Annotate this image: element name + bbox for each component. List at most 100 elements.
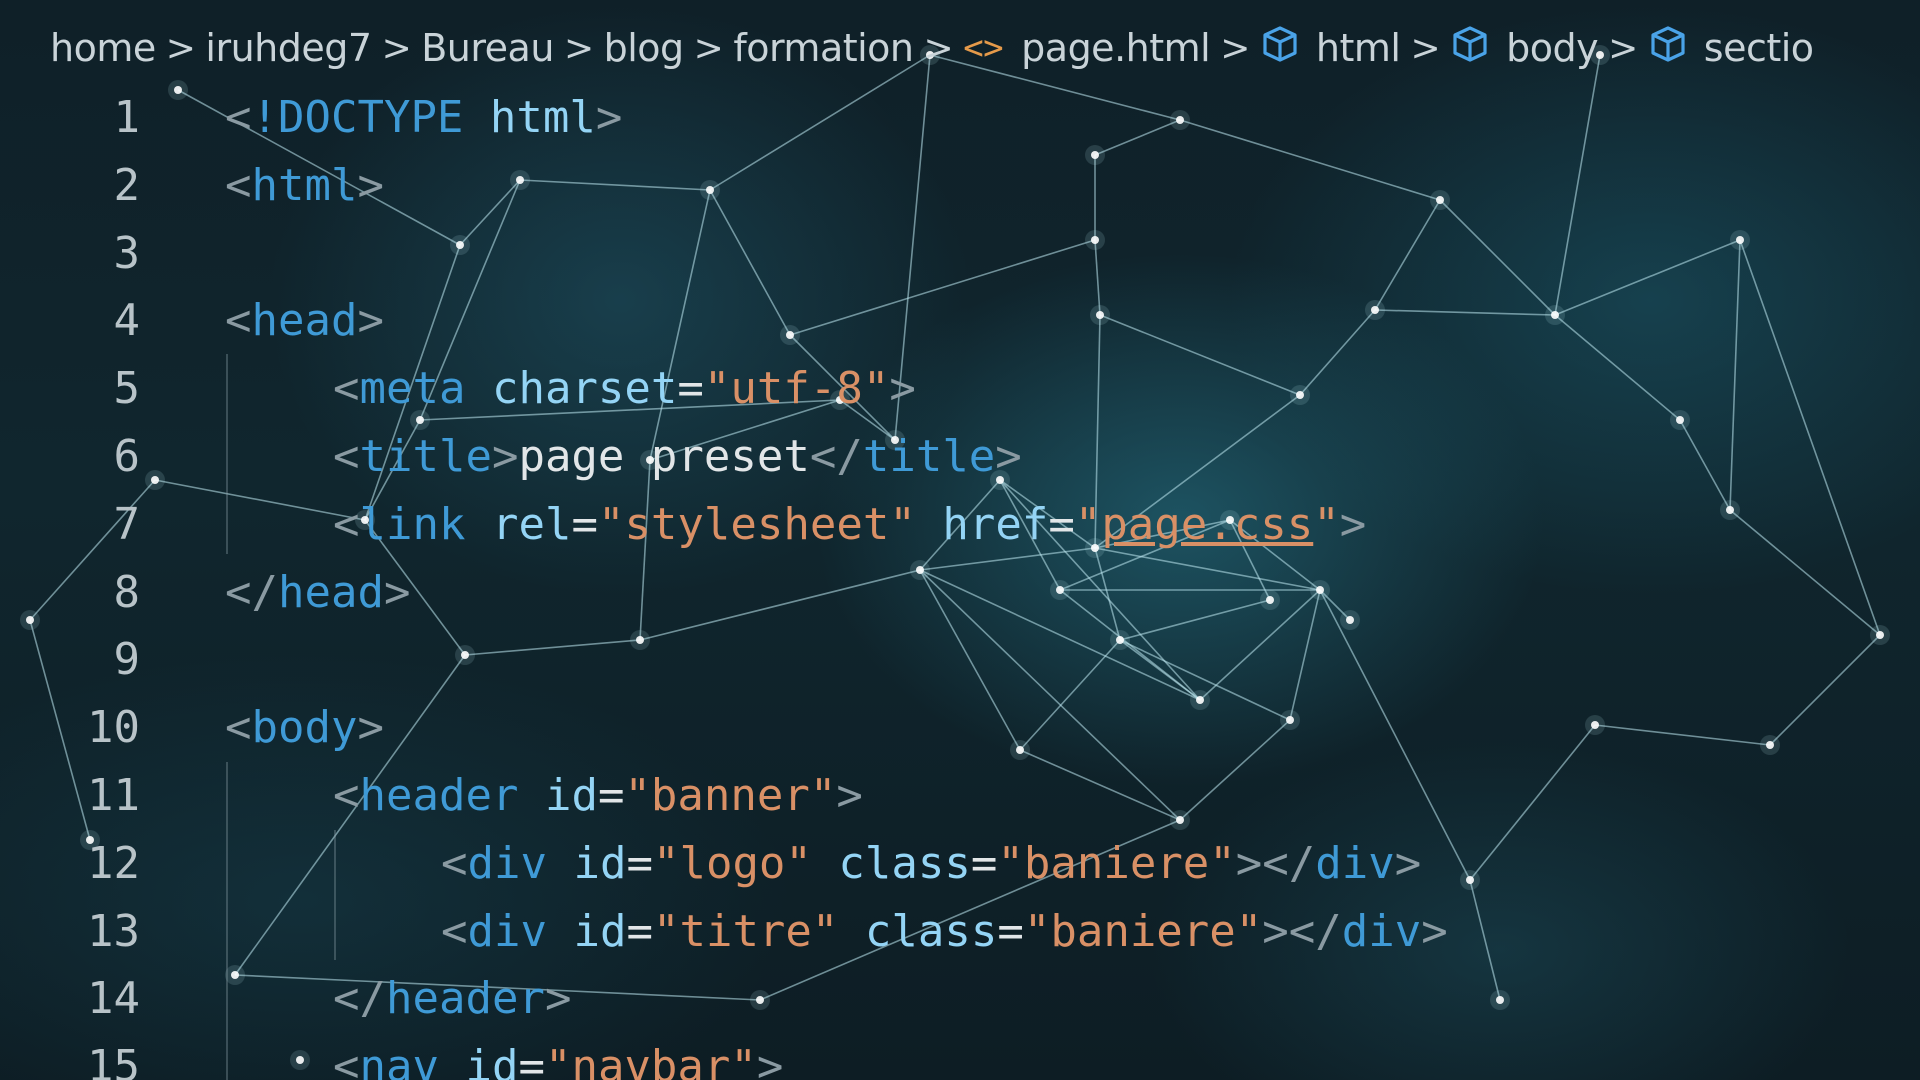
chevron-right-icon: > — [1608, 27, 1638, 69]
token-str: " — [1313, 498, 1340, 550]
token-tag: body — [251, 702, 358, 754]
breadcrumb-label: blog — [603, 26, 685, 70]
token-punct: < — [225, 702, 252, 754]
token-str: " — [1074, 498, 1102, 550]
token-str: "baniere" — [1023, 905, 1263, 957]
line-number: 14 — [87, 973, 140, 1025]
code-line[interactable]: 2 <html> — [0, 152, 1920, 220]
token-str: "navbar" — [544, 1041, 757, 1080]
line-number: 9 — [113, 634, 141, 686]
breadcrumb-item-sectio[interactable]: sectio — [1648, 24, 1814, 73]
token-tag: meta — [359, 363, 466, 415]
breadcrumb-label: iruhdeg7 — [205, 26, 372, 70]
token-punct: > — [357, 702, 384, 754]
token-punct: </ — [809, 430, 863, 482]
breadcrumb-item-page-html[interactable]: <> page.html — [963, 26, 1211, 70]
cube-icon — [1450, 24, 1490, 73]
token-text: page preset — [518, 430, 810, 482]
chevron-right-icon: > — [1410, 27, 1441, 69]
line-number: 2 — [113, 159, 141, 211]
code-line[interactable]: 1 <!DOCTYPE html> — [0, 84, 1920, 152]
breadcrumb: home > iruhdeg7 > Bureau > blog > formation > <> pa… — [50, 18, 1814, 78]
breadcrumb-label: formation — [733, 26, 914, 70]
code-line[interactable]: 6 <title>page preset</title> — [0, 423, 1920, 491]
breadcrumb-item-home[interactable]: home — [50, 26, 156, 70]
token-text: = — [626, 837, 653, 889]
token-punct: ></ — [1235, 837, 1316, 889]
code-line[interactable]: 9 — [0, 626, 1920, 694]
code-line[interactable]: 11 <header id="banner"> — [0, 762, 1920, 830]
breadcrumb-item-formation[interactable]: formation — [733, 26, 914, 70]
token-str: "stylesheet" — [597, 498, 916, 550]
code-line[interactable]: 8 </head> — [0, 559, 1920, 627]
token-punct: > — [1421, 905, 1448, 957]
code-content: <header id="banner"> — [333, 762, 863, 830]
token-punct: </ — [225, 566, 278, 618]
token-punct: < — [333, 498, 360, 550]
cube-icon — [1260, 24, 1300, 73]
token-punct: < — [225, 295, 252, 347]
token-text: = — [597, 769, 625, 821]
breadcrumb-label: body — [1506, 26, 1599, 70]
token-punct: < — [225, 92, 252, 143]
chevron-right-icon: > — [165, 27, 196, 69]
token-attr: charset — [491, 363, 678, 415]
code-content: <html> — [225, 152, 384, 220]
token-str: "logo" — [652, 837, 812, 889]
breadcrumb-item-bureau[interactable]: Bureau — [421, 26, 554, 70]
token-tag: div — [467, 905, 547, 957]
code-line[interactable]: 10 <body> — [0, 694, 1920, 762]
token-str: "banner" — [624, 769, 837, 821]
token-tag: header — [359, 769, 519, 821]
token-text: = — [997, 905, 1024, 957]
line-number: 3 — [113, 227, 141, 279]
token-punct: < — [441, 905, 468, 957]
code-content: <body> — [225, 694, 384, 762]
token-punct: > — [1394, 837, 1422, 889]
breadcrumb-item-blog[interactable]: blog — [603, 26, 685, 70]
token-punct: > — [357, 295, 384, 347]
line-number: 15 — [87, 1041, 140, 1080]
token-attr: href — [942, 498, 1049, 550]
code-line[interactable]: 14 </header> — [0, 965, 1920, 1033]
token-tag: nav — [359, 1041, 439, 1080]
token-punct: > — [995, 430, 1022, 482]
breadcrumb-label: page.html — [1021, 26, 1211, 70]
code-line[interactable]: 3 — [0, 220, 1920, 288]
token-punct: ></ — [1262, 905, 1342, 957]
token-punct: > — [357, 159, 384, 211]
line-number: 13 — [87, 905, 140, 957]
token-attr: rel — [491, 498, 572, 550]
breadcrumb-label: sectio — [1703, 26, 1814, 70]
code-line[interactable]: 12 <div id="logo" class="baniere"></div> — [0, 830, 1920, 898]
code-line[interactable]: 13 <div id="titre" class="baniere"></div> — [0, 898, 1920, 966]
code-line[interactable]: 4 <head> — [0, 287, 1920, 355]
editor-window: home > iruhdeg7 > Bureau > blog > formation > <> pa… — [0, 0, 1920, 1080]
token-text: = — [571, 498, 598, 550]
token-attr: id — [573, 837, 627, 889]
token-doctype: !DOCTYPE — [251, 92, 464, 143]
code-editor[interactable]: 1 <!DOCTYPE html> 2 <html> 3 4 <head> 5 <meta ch… — [0, 84, 1920, 1080]
token-punct: > — [756, 1041, 784, 1080]
token-tag: head — [251, 295, 358, 347]
breadcrumb-item-html[interactable]: html — [1260, 24, 1401, 73]
token-punct: </ — [333, 973, 386, 1025]
code-content: <div id="logo" class="baniere"></div> — [441, 830, 1421, 898]
token-tag: div — [467, 837, 547, 889]
breadcrumb-label: home — [50, 26, 156, 70]
token-punct: < — [333, 769, 360, 821]
code-content: </header> — [333, 965, 571, 1033]
token-tag: div — [1315, 837, 1395, 889]
breadcrumb-item-body[interactable]: body — [1450, 24, 1599, 73]
token-attr: id — [573, 905, 627, 957]
breadcrumb-item-iruhdeg7[interactable]: iruhdeg7 — [205, 26, 372, 70]
token-punct: < — [333, 1041, 360, 1080]
code-line[interactable]: 15 <nav id="navbar"> — [0, 1033, 1920, 1080]
code-line[interactable]: 5 <meta charset="utf-8"> — [0, 355, 1920, 423]
token-attr: id — [544, 769, 598, 821]
code-line[interactable]: 7 <link rel="stylesheet" href="page.css"> — [0, 491, 1920, 559]
